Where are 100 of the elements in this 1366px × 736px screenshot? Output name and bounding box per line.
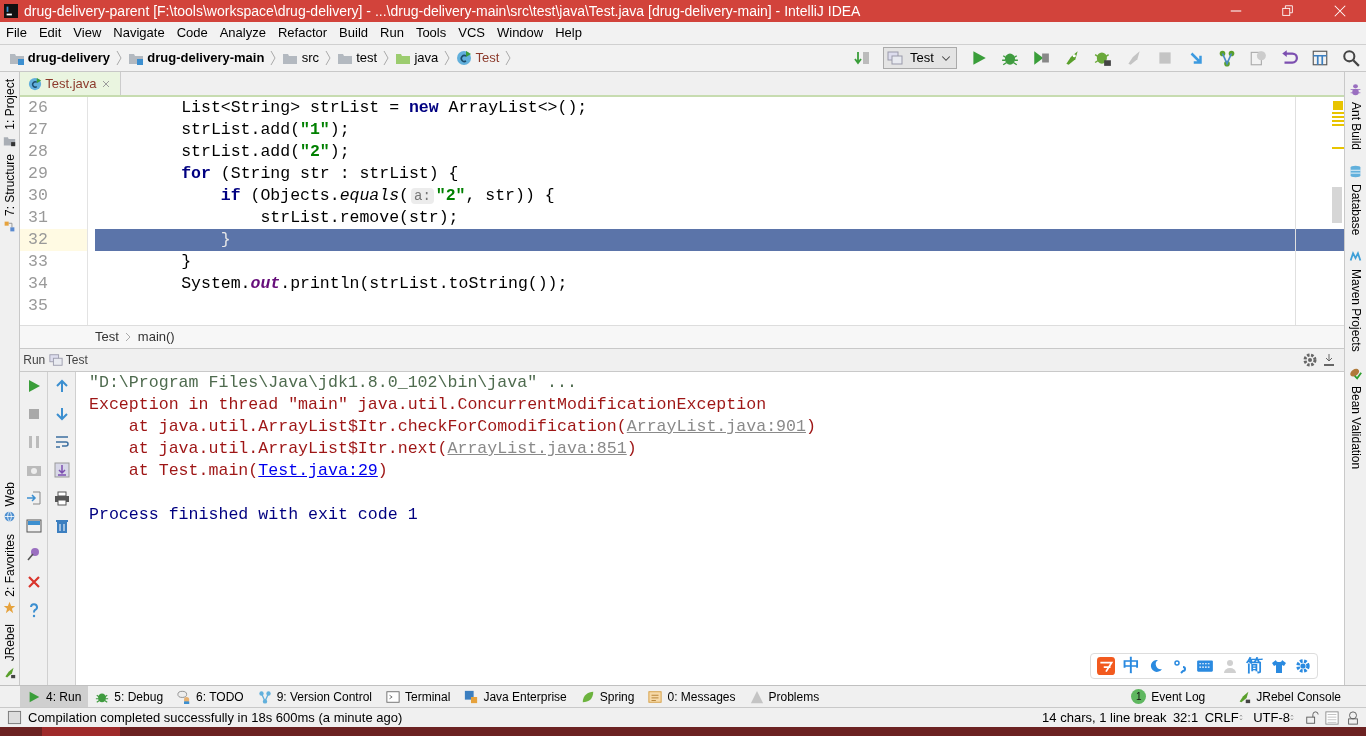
code-line: List<String> strList = new ArrayList<>(); [180, 97, 588, 119]
tool-window-button[interactable]: 1 Event Log [1124, 685, 1213, 708]
menu-item[interactable]: File [0, 22, 33, 44]
tool-window-button[interactable]: 6: TODO [170, 685, 251, 708]
run-tab[interactable]: Test [65, 351, 88, 369]
code-line: System.out.println(strList.toString()); [180, 273, 568, 295]
ime-logo-icon[interactable] [1097, 657, 1115, 675]
moon-icon[interactable] [1148, 658, 1164, 674]
tool-window-tab[interactable]: Bean Validation [1347, 382, 1364, 474]
chevron-icon [444, 50, 451, 66]
keyboard-icon[interactable] [1196, 657, 1214, 675]
tool-window-tab[interactable]: Database [1347, 180, 1364, 240]
terminal-icon [386, 689, 401, 704]
menu-item[interactable]: Build [333, 22, 374, 44]
close-icon[interactable] [25, 574, 42, 590]
run-config-dropdown[interactable]: Test [883, 47, 957, 69]
breadcrumb-item[interactable]: test [356, 48, 378, 68]
database-icon [1349, 164, 1362, 178]
scroll-to-end-icon[interactable] [53, 462, 70, 478]
config-icon [48, 353, 63, 367]
restore-icon[interactable] [1281, 4, 1295, 18]
soft-wrap-icon[interactable] [53, 434, 70, 450]
lock-icon[interactable] [1304, 710, 1319, 725]
breadcrumb-item[interactable]: drug-delivery [27, 48, 111, 68]
menu-item[interactable]: Help [549, 22, 588, 44]
breadcrumb-item[interactable]: Test [95, 327, 119, 347]
shirt-icon[interactable] [1271, 658, 1287, 674]
settings-icon[interactable] [1301, 352, 1318, 368]
status-icon[interactable] [6, 710, 22, 725]
sort-icon[interactable] [854, 50, 871, 66]
tool-window-tab[interactable]: 2: Favorites [1, 529, 18, 601]
project-structure-icon[interactable] [1310, 49, 1329, 67]
tool-window-tab[interactable]: Ant Build [1347, 98, 1364, 155]
ime-charset[interactable]: 简 [1246, 656, 1263, 676]
tool-window-tab[interactable]: 1: Project [1, 75, 18, 134]
leaf-icon [580, 689, 595, 704]
menu-item[interactable]: VCS [452, 22, 491, 44]
settings-icon[interactable] [1295, 658, 1311, 674]
print-icon[interactable] [53, 490, 70, 506]
ime-mode[interactable]: 中 [1123, 656, 1140, 676]
line-separator-selector[interactable]: CRLF [1204, 707, 1247, 728]
breadcrumb-item[interactable]: Test [475, 48, 500, 68]
tool-window-button[interactable]: Problems [742, 685, 827, 708]
menu-item[interactable]: View [67, 22, 108, 44]
down-arrow-icon[interactable] [53, 406, 70, 422]
line-number: 30 [27, 185, 49, 207]
encoding-selector[interactable]: UTF-8 [1253, 707, 1298, 728]
file-link[interactable]: Test.java:29 [258, 461, 378, 480]
warning-marker [1332, 120, 1344, 122]
close-icon[interactable] [1333, 4, 1347, 18]
menu-item[interactable]: Tools [409, 22, 453, 44]
branch-icon[interactable] [1217, 49, 1236, 67]
bug-icon[interactable] [1093, 49, 1112, 67]
search-icon[interactable] [1341, 49, 1360, 67]
undo-icon[interactable] [1279, 49, 1298, 67]
panel-title: Run [23, 352, 46, 369]
tool-window-button[interactable]: 0: Messages [641, 685, 743, 708]
menu-item[interactable]: Window [490, 22, 550, 44]
menu-item[interactable]: Navigate [107, 22, 171, 44]
inspector-icon[interactable] [1345, 710, 1360, 725]
run-icon [27, 689, 41, 704]
breadcrumb-item[interactable]: java [414, 48, 439, 68]
menu-item[interactable]: Edit [32, 22, 68, 44]
history-icon[interactable] [1248, 49, 1267, 67]
warning-marker [1332, 124, 1344, 126]
tool-window-button[interactable]: JRebel Console [1230, 685, 1348, 708]
menu-item[interactable]: Code [170, 22, 214, 44]
tool-window-tab[interactable]: JRebel [1, 620, 18, 666]
punctuation-icon[interactable] [1172, 658, 1188, 674]
warning-icon [749, 689, 764, 704]
exit-icon[interactable] [25, 490, 42, 506]
tool-window-button[interactable]: 4: Run [20, 685, 89, 708]
tool-window-tab[interactable]: 7: Structure [1, 150, 18, 221]
breadcrumb-item[interactable]: src [301, 48, 319, 68]
console-line: "D:\Program Files\Java\jdk1.8.0_102\bin\java" ... [89, 373, 577, 392]
tool-window-button[interactable]: 5: Debug [88, 685, 171, 708]
editor-tab[interactable]: Test.java [20, 72, 121, 95]
trash-icon[interactable] [53, 518, 70, 534]
file-link[interactable]: ArrayList.java:851 [447, 439, 627, 458]
file-link[interactable]: ArrayList.java:901 [626, 417, 806, 436]
tool-window-button[interactable]: Terminal [379, 685, 458, 708]
menu-item[interactable]: Analyze [213, 22, 272, 44]
chevron-icon [383, 50, 390, 66]
menu-item[interactable]: Run [374, 22, 410, 44]
tool-window-tab[interactable]: Maven Projects [1347, 265, 1364, 357]
line-number: 28 [27, 141, 49, 163]
menu-item[interactable]: Refactor [271, 22, 334, 44]
coverage-icon[interactable] [1031, 49, 1050, 67]
caret-position[interactable]: 32:1 [1172, 707, 1199, 728]
tool-window-button[interactable]: Java Enterprise [457, 685, 574, 708]
memory-icon[interactable] [1325, 710, 1339, 725]
pin-icon[interactable] [25, 546, 42, 562]
tool-window-button[interactable]: Spring [573, 685, 642, 708]
code-line: for (String str : strList) { [180, 163, 459, 185]
breadcrumb-item[interactable]: drug-delivery-main [147, 48, 265, 68]
layout-icon[interactable] [25, 518, 42, 534]
tool-window-button[interactable]: 9: Version Control [250, 685, 380, 708]
tool-window-tab[interactable]: Web [1, 477, 18, 511]
scrollbar-thumb[interactable] [1332, 187, 1342, 223]
breadcrumb-item[interactable]: main() [137, 327, 175, 347]
